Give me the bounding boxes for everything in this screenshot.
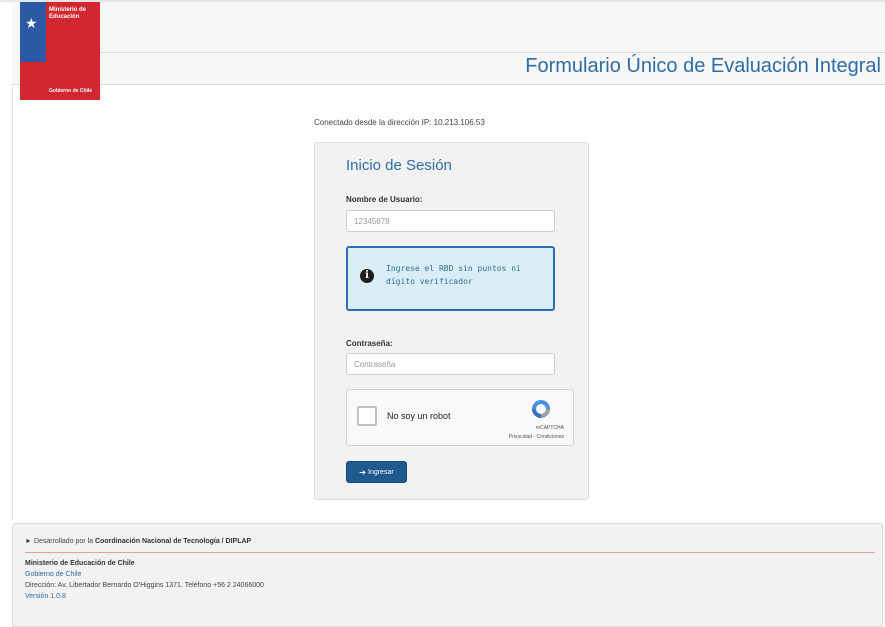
footer-divider	[25, 552, 875, 553]
username-label: Nombre de Usuario:	[346, 195, 423, 204]
ip-address-text: Conectado desde la dirección IP: 10.213.…	[314, 118, 485, 127]
footer-ministry: Ministerio de Educación de Chile	[25, 560, 135, 567]
page-footer: ► Desarrollado por la Coordinación Nacio…	[12, 523, 883, 627]
recaptcha-links[interactable]: Privacidad - Condiciones	[509, 434, 564, 440]
recaptcha-brand: reCAPTCHA	[535, 425, 564, 431]
recaptcha-logo-icon	[532, 400, 550, 418]
recaptcha-label: No soy un robot	[387, 411, 451, 421]
password-input[interactable]: Contraseña	[346, 353, 555, 375]
recaptcha-checkbox[interactable]	[357, 406, 377, 426]
password-label: Contraseña:	[346, 339, 393, 348]
login-panel: Inicio de Sesión Nombre de Usuario: 1234…	[314, 142, 589, 500]
coat-of-arms-icon: ★	[25, 15, 38, 31]
footer-version[interactable]: Versión 1.0.8	[25, 593, 66, 600]
developer-name: Coordinación Nacional de Tecnología / DI…	[95, 538, 252, 545]
footer-government-link[interactable]: Gobierno de Chile	[25, 571, 81, 578]
login-title: Inicio de Sesión	[346, 157, 452, 174]
sign-in-icon: ➔	[359, 467, 366, 477]
info-alert: i Ingrese el RBD sin puntos ni dígito ve…	[346, 246, 555, 311]
info-circle-icon: i	[360, 269, 374, 283]
app-title: Formulario Único de Evaluación Integral	[525, 55, 881, 77]
header-divider	[100, 52, 885, 53]
recaptcha-widget: No soy un robot reCAPTCHA Privacidad - C…	[346, 389, 574, 446]
info-message: Ingrese el RBD sin puntos ni dígito veri…	[386, 264, 521, 286]
footer-developed-by[interactable]: ► Desarrollado por la Coordinación Nacio…	[25, 538, 251, 545]
login-submit-button[interactable]: ➔ Ingresar	[346, 461, 407, 483]
ministry-logo: ★ Ministerio de Educación Gobierno de Ch…	[20, 2, 100, 100]
username-input[interactable]: 12345678	[346, 210, 555, 232]
caret-right-icon: ►	[25, 538, 32, 545]
logo-ministry-text: Ministerio de Educación	[49, 7, 87, 20]
footer-address: Dirección: Av. Libertador Bernardo O'Hig…	[25, 582, 264, 589]
logo-government-text: Gobierno de Chile	[49, 88, 93, 94]
login-submit-label: Ingresar	[368, 468, 394, 476]
